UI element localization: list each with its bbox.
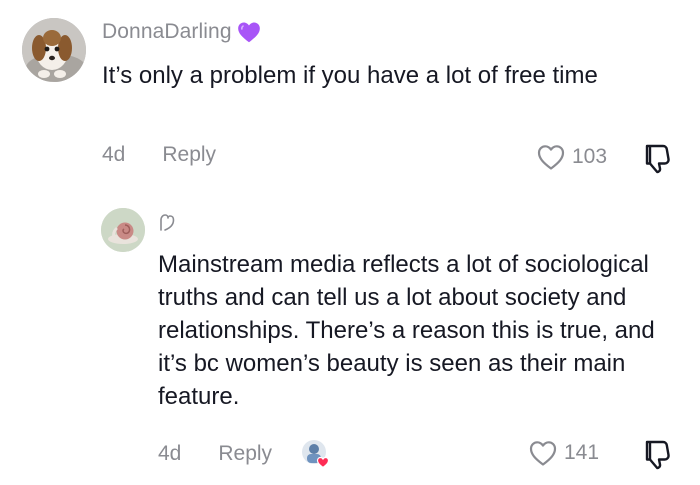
dislike-icon[interactable] xyxy=(639,437,673,471)
comment-meta: 4d Reply xyxy=(102,143,216,167)
reply-avatar[interactable] xyxy=(101,208,145,252)
dog-avatar-image xyxy=(22,18,86,82)
avatar[interactable] xyxy=(22,18,86,82)
heart-outline-icon xyxy=(529,441,557,466)
comment-time: 4d xyxy=(102,143,126,166)
purple-heart-icon xyxy=(237,22,260,43)
dislike-icon[interactable] xyxy=(639,141,673,175)
reply-reply-button[interactable]: Reply xyxy=(218,442,272,466)
reply-meta: 4d Reply xyxy=(158,439,330,469)
creator-liked-avatar xyxy=(300,439,330,469)
comment-text: It’s only a problem if you have a lot of… xyxy=(102,62,598,89)
username[interactable]: DonnaDarling xyxy=(102,20,232,44)
creator-reply-icon xyxy=(160,214,175,231)
like-count: 103 xyxy=(572,145,608,168)
heart-outline-icon xyxy=(537,145,565,170)
creator-liked-avatar-image xyxy=(302,440,330,469)
reply-time: 4d xyxy=(158,442,182,465)
reply-like-button[interactable]: 141 xyxy=(528,439,599,467)
reply-like-count: 141 xyxy=(564,441,600,464)
snail-avatar-image xyxy=(101,208,145,252)
reply-button[interactable]: Reply xyxy=(162,143,216,167)
reply-text: Mainstream media reflects a lot of socio… xyxy=(158,251,655,410)
like-button[interactable]: 103 xyxy=(536,143,607,171)
username-row: DonnaDarling xyxy=(102,19,262,45)
